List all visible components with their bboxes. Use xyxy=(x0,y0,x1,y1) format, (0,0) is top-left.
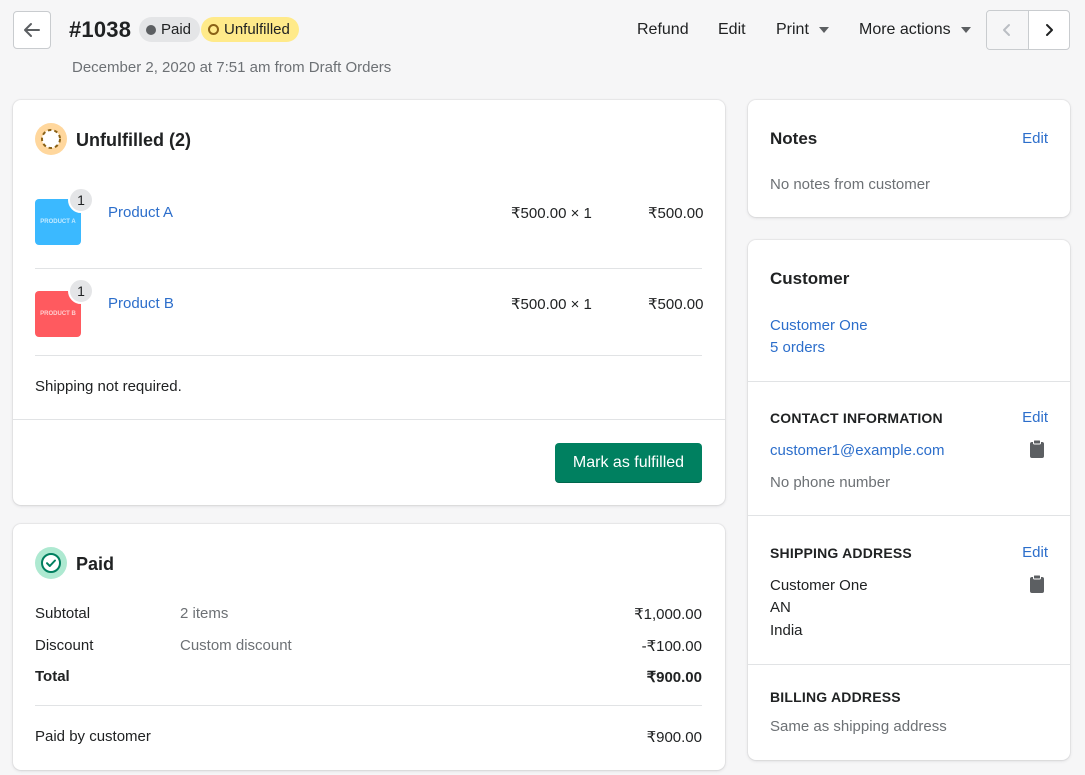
discount-label: Discount xyxy=(35,637,94,654)
divider xyxy=(35,355,702,356)
payment-status-label: Paid xyxy=(161,21,192,38)
paid-dot-icon xyxy=(146,24,156,35)
product-b-unit-price: ₹500.00 × 1 xyxy=(511,296,592,313)
fulfillment-status-label: Unfulfilled xyxy=(224,21,290,38)
print-menu-button[interactable]: Print xyxy=(776,21,829,39)
arrow-left-icon xyxy=(24,23,40,37)
notes-heading: Notes xyxy=(770,129,818,148)
shipping-address-line: Customer One xyxy=(770,577,868,594)
unfulfilled-status-icon xyxy=(35,123,67,155)
chevron-right-icon xyxy=(1045,24,1053,36)
chevron-left-icon xyxy=(1003,24,1011,36)
divider xyxy=(13,419,725,420)
product-b-link[interactable]: Product B xyxy=(108,295,174,312)
customer-card: Customer Customer One 5 orders CONTACT I… xyxy=(748,240,1070,760)
paid-card: Paid Subtotal 2 items ₹1,000.00 Discount… xyxy=(13,524,725,770)
next-order-button[interactable] xyxy=(1029,11,1070,49)
billing-address-text: Same as shipping address xyxy=(770,718,947,735)
order-pagination xyxy=(986,10,1070,50)
mark-as-fulfilled-button[interactable]: Mark as fulfilled xyxy=(555,443,702,483)
unfulfilled-ring-icon xyxy=(208,24,219,35)
customer-orders-link[interactable]: 5 orders xyxy=(770,339,825,356)
subtotal-amount: ₹1,000.00 xyxy=(634,606,702,623)
quantity-badge: 1 xyxy=(68,187,94,213)
page-title: #1038 xyxy=(69,17,132,42)
print-label: Print xyxy=(776,21,809,38)
discount-desc: Custom discount xyxy=(180,637,292,654)
refund-button[interactable]: Refund xyxy=(637,21,689,39)
caret-down-icon xyxy=(960,27,971,33)
customer-heading: Customer xyxy=(770,269,850,288)
customer-email-link[interactable]: customer1@example.com xyxy=(770,442,944,459)
product-b-total: ₹500.00 xyxy=(648,296,704,313)
back-button[interactable] xyxy=(13,11,51,49)
divider xyxy=(748,664,1070,665)
shipping-address-label: SHIPPING ADDRESS xyxy=(770,545,912,561)
product-a-unit-price: ₹500.00 × 1 xyxy=(511,205,592,222)
paid-by-customer-label: Paid by customer xyxy=(35,728,151,745)
clipboard-icon[interactable] xyxy=(1029,574,1045,594)
divider xyxy=(35,268,702,269)
previous-order-button[interactable] xyxy=(987,11,1029,49)
notes-card: Notes Edit No notes from customer xyxy=(748,100,1070,217)
total-label: Total xyxy=(35,668,70,685)
paid-check-icon xyxy=(35,547,67,579)
total-amount: ₹900.00 xyxy=(646,669,702,686)
divider xyxy=(35,705,702,706)
billing-address-label: BILLING ADDRESS xyxy=(770,689,901,705)
contact-edit-link[interactable]: Edit xyxy=(1022,409,1048,426)
unfulfilled-heading: Unfulfilled (2) xyxy=(76,130,191,150)
phone-text: No phone number xyxy=(770,474,891,491)
contact-info-label: CONTACT INFORMATION xyxy=(770,410,943,426)
notes-text: No notes from customer xyxy=(770,176,931,193)
customer-name-link[interactable]: Customer One xyxy=(770,317,868,334)
order-date-source: December 2, 2020 at 7:51 am from Draft O… xyxy=(72,59,392,76)
subtotal-label: Subtotal xyxy=(35,605,91,622)
subtotal-desc: 2 items xyxy=(180,605,229,622)
product-a-total: ₹500.00 xyxy=(648,205,704,222)
more-actions-button[interactable]: More actions xyxy=(859,21,971,39)
shipping-note: Shipping not required. xyxy=(35,378,182,395)
clipboard-icon[interactable] xyxy=(1029,439,1045,459)
shipping-address-line: India xyxy=(770,622,803,639)
discount-amount: -₹100.00 xyxy=(641,638,702,655)
fulfillment-status-badge: Unfulfilled xyxy=(201,17,299,42)
divider xyxy=(748,515,1070,516)
page-header: #1038 Paid Unfulfilled December 2, 2020 … xyxy=(0,0,1085,90)
paid-heading: Paid xyxy=(76,554,115,574)
payment-status-badge: Paid xyxy=(139,17,201,42)
shipping-address-line: AN xyxy=(770,599,791,616)
quantity-badge: 1 xyxy=(68,278,94,304)
more-actions-label: More actions xyxy=(859,21,951,38)
product-a-link[interactable]: Product A xyxy=(108,204,173,221)
paid-by-customer-amount: ₹900.00 xyxy=(646,729,702,746)
caret-down-icon xyxy=(818,27,829,33)
notes-edit-link[interactable]: Edit xyxy=(1022,130,1048,147)
shipping-edit-link[interactable]: Edit xyxy=(1022,544,1048,561)
divider xyxy=(748,381,1070,382)
edit-button[interactable]: Edit xyxy=(718,21,746,39)
